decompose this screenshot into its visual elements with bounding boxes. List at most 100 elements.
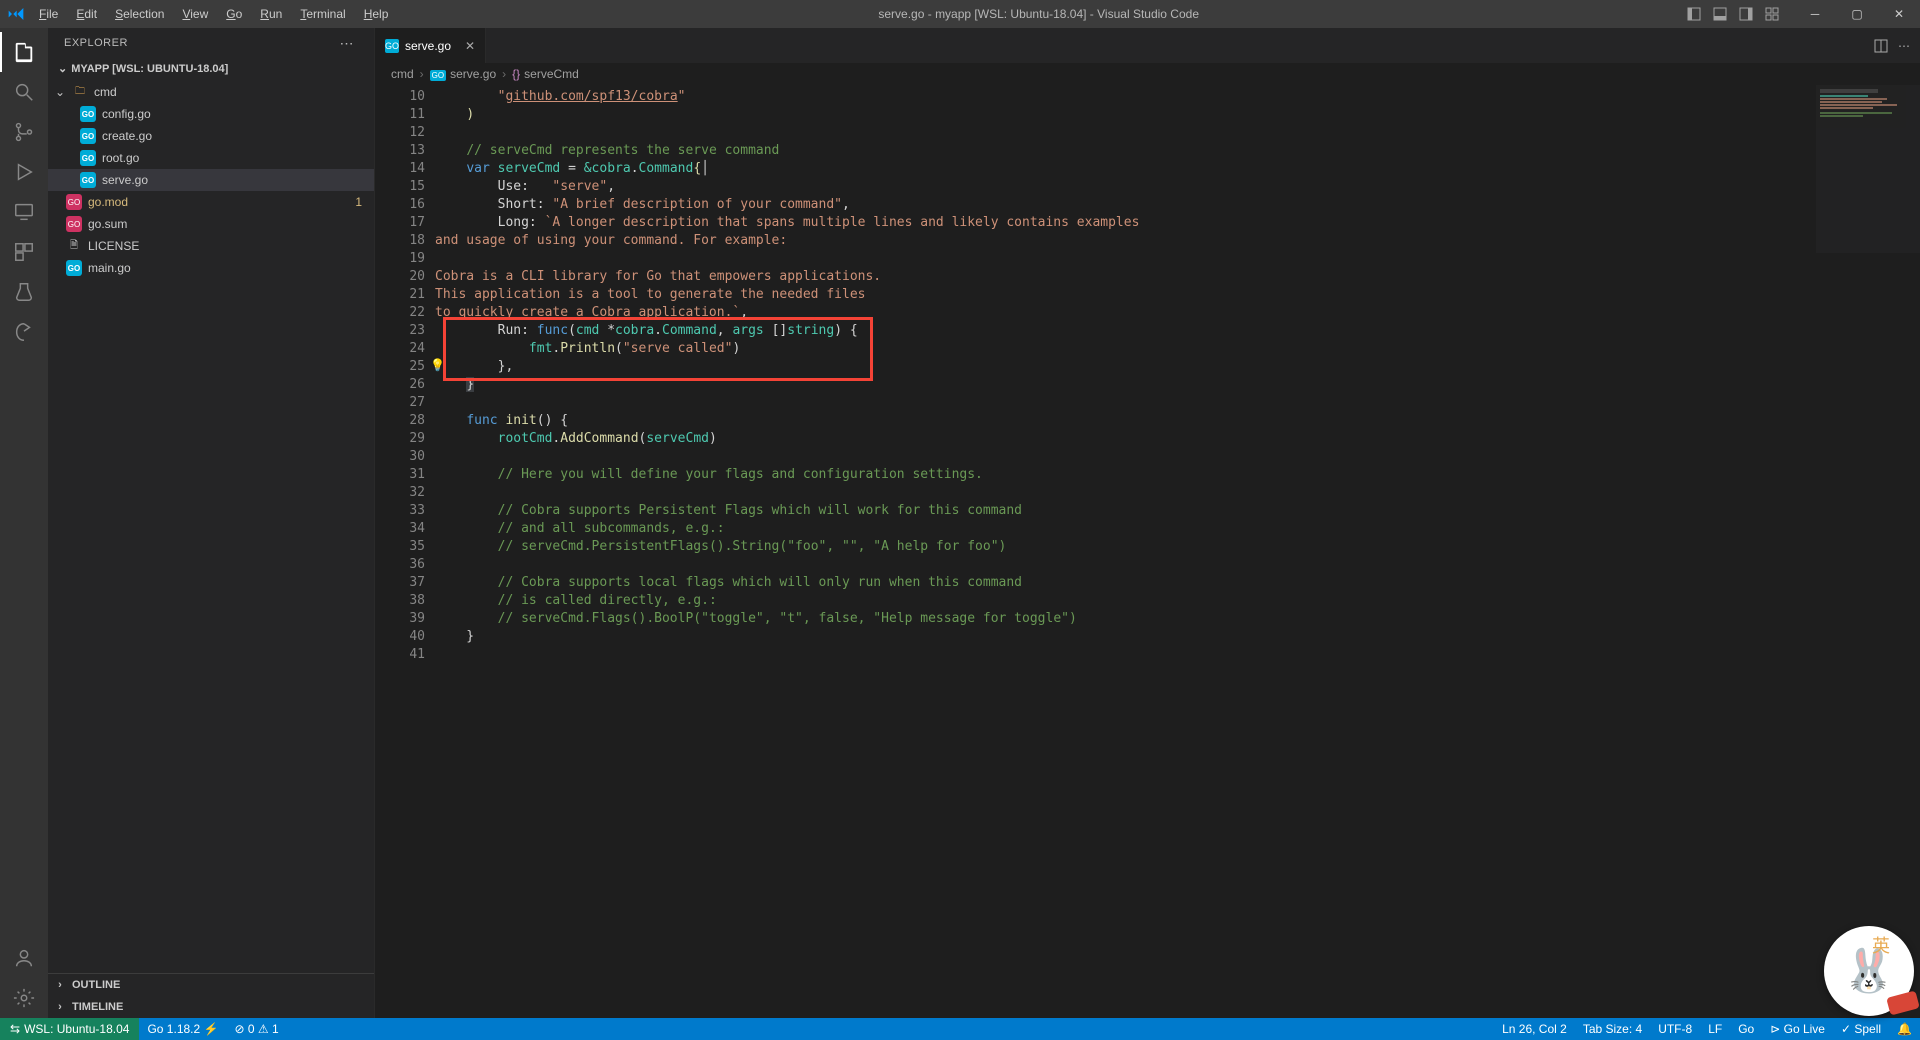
code-editor[interactable]: 1011121314151617181920212223242526272829… (375, 85, 1920, 1018)
panel-outline[interactable]: ›OUTLINE (48, 974, 374, 996)
tree-label: root.go (102, 151, 139, 165)
menu-terminal[interactable]: Terminal (293, 3, 352, 25)
toggle-panel-icon[interactable] (1708, 0, 1732, 28)
tree-label: go.mod (88, 195, 128, 209)
go-activity-icon[interactable] (0, 312, 48, 352)
window-controls: ─ ▢ ✕ (1794, 0, 1920, 28)
tree-item-main-go[interactable]: GO main.go (48, 257, 374, 279)
menu-bar: FileEditSelectionViewGoRunTerminalHelp (32, 3, 395, 25)
explorer-workspace-header[interactable]: ⌄ MYAPP [WSL: UBUNTU-18.04] (48, 58, 374, 79)
activity-bar (0, 28, 48, 1018)
status-item[interactable]: UTF-8 (1650, 1018, 1700, 1040)
status-item[interactable]: Go 1.18.2 ⚡ (139, 1018, 226, 1040)
toggle-secondary-sidebar-icon[interactable] (1734, 0, 1758, 28)
layout-controls (1682, 0, 1784, 28)
assistant-mascot[interactable]: 🐰 (1824, 926, 1914, 1016)
tree-label: config.go (102, 107, 151, 121)
tree-label: create.go (102, 129, 152, 143)
tree-label: main.go (88, 261, 131, 275)
go-file-icon: GO (80, 150, 96, 166)
split-editor-icon[interactable] (1874, 39, 1888, 53)
close-tab-icon[interactable]: ✕ (465, 39, 475, 53)
panel-timeline[interactable]: ›TIMELINE (48, 996, 374, 1018)
tree-item-go-mod[interactable]: GO go.mod 1 (48, 191, 374, 213)
remote-indicator[interactable]: ⇆ WSL: Ubuntu-18.04 (0, 1018, 139, 1040)
tree-item-create-go[interactable]: GO create.go (48, 125, 374, 147)
chevron-down-icon: ⌄ (58, 62, 67, 75)
tree-label: cmd (94, 85, 117, 99)
explorer-sidebar: EXPLORER ⋯ ⌄ MYAPP [WSL: UBUNTU-18.04] ⌄… (48, 28, 375, 1018)
go-mod-icon: GO (66, 194, 82, 210)
run-debug-activity-icon[interactable] (0, 152, 48, 192)
tab-label: serve.go (405, 39, 451, 53)
editor-tabs: GO serve.go ✕ ⋯ (375, 28, 1920, 63)
breadcrumb-item[interactable]: cmd (391, 67, 414, 81)
close-button[interactable]: ✕ (1878, 0, 1920, 28)
breadcrumb-item[interactable]: {}serveCmd (512, 67, 579, 81)
status-bar: ⇆ WSL: Ubuntu-18.04 Go 1.18.2 ⚡⊘ 0 ⚠ 1 L… (0, 1018, 1920, 1040)
tab-serve-go[interactable]: GO serve.go ✕ (375, 28, 486, 63)
minimap[interactable] (1816, 85, 1920, 253)
folder-icon: 🗀 (72, 84, 88, 100)
maximize-button[interactable]: ▢ (1836, 0, 1878, 28)
breadcrumb-separator: › (420, 67, 424, 81)
testing-activity-icon[interactable] (0, 272, 48, 312)
file-icon: 🗎 (66, 238, 82, 254)
file-tree: ⌄ 🗀 cmd GO config.go GO create.go GO root.go GOse… (48, 79, 374, 973)
status-item[interactable]: LF (1700, 1018, 1730, 1040)
status-item[interactable]: Ln 26, Col 2 (1494, 1018, 1575, 1040)
explorer-activity-icon[interactable] (0, 32, 48, 72)
chevron-right-icon: › (54, 1001, 66, 1013)
menu-run[interactable]: Run (253, 3, 289, 25)
explorer-more-icon[interactable]: ⋯ (340, 35, 359, 52)
accounts-activity-icon[interactable] (0, 938, 48, 978)
tree-item-cmd[interactable]: ⌄ 🗀 cmd (48, 81, 374, 103)
go-file-icon: GO (80, 172, 96, 188)
status-item[interactable]: 🔔 (1889, 1018, 1920, 1040)
tree-item-config-go[interactable]: GO config.go (48, 103, 374, 125)
remote-explorer-activity-icon[interactable] (0, 192, 48, 232)
ime-indicator[interactable]: 英 (1872, 932, 1890, 958)
tree-item-go-sum[interactable]: GO go.sum (48, 213, 374, 235)
go-file-icon: GO (66, 260, 82, 276)
titlebar: FileEditSelectionViewGoRunTerminalHelp s… (0, 0, 1920, 28)
menu-file[interactable]: File (32, 3, 65, 25)
chevron-down-icon: ⌄ (54, 85, 66, 99)
minimize-button[interactable]: ─ (1794, 0, 1836, 28)
breadcrumb-item[interactable]: GOserve.go (430, 67, 496, 81)
status-item[interactable]: Go (1730, 1018, 1762, 1040)
menu-selection[interactable]: Selection (108, 3, 171, 25)
status-item[interactable]: ⊳ Go Live (1762, 1018, 1833, 1040)
remote-icon: ⇆ (10, 1022, 20, 1036)
problems-badge: 1 (355, 195, 362, 209)
explorer-title: EXPLORER ⋯ (48, 28, 374, 58)
tree-item-LICENSE[interactable]: 🗎LICENSE (48, 235, 374, 257)
settings-activity-icon[interactable] (0, 978, 48, 1018)
more-actions-icon[interactable]: ⋯ (1898, 39, 1910, 53)
extensions-activity-icon[interactable] (0, 232, 48, 272)
search-activity-icon[interactable] (0, 72, 48, 112)
editor-toolbar: ⋯ (1874, 28, 1910, 63)
menu-go[interactable]: Go (219, 3, 249, 25)
chevron-right-icon: › (54, 979, 66, 991)
go-file-icon: GO (80, 128, 96, 144)
tree-item-root-go[interactable]: GO root.go (48, 147, 374, 169)
go-mod-icon: GO (66, 216, 82, 232)
line-number-gutter: 1011121314151617181920212223242526272829… (375, 85, 435, 1018)
menu-help[interactable]: Help (357, 3, 396, 25)
window-title: serve.go - myapp [WSL: Ubuntu-18.04] - V… (395, 7, 1682, 21)
breadcrumbs[interactable]: cmd›GOserve.go›{}serveCmd (375, 63, 1920, 85)
menu-view[interactable]: View (175, 3, 215, 25)
status-item[interactable]: Tab Size: 4 (1575, 1018, 1650, 1040)
go-file-icon: GO (80, 106, 96, 122)
lightbulb-icon[interactable]: 💡 (430, 358, 445, 372)
toggle-primary-sidebar-icon[interactable] (1682, 0, 1706, 28)
tree-item-serve-go[interactable]: GOserve.go (48, 169, 374, 191)
menu-edit[interactable]: Edit (69, 3, 104, 25)
tree-label: go.sum (88, 217, 127, 231)
source-control-activity-icon[interactable] (0, 112, 48, 152)
customize-layout-icon[interactable] (1760, 0, 1784, 28)
code-area[interactable]: "github.com/spf13/cobra" ) // serveCmd r… (435, 85, 1920, 1018)
status-item[interactable]: ⊘ 0 ⚠ 1 (226, 1018, 286, 1040)
status-item[interactable]: ✓ Spell (1833, 1018, 1889, 1040)
